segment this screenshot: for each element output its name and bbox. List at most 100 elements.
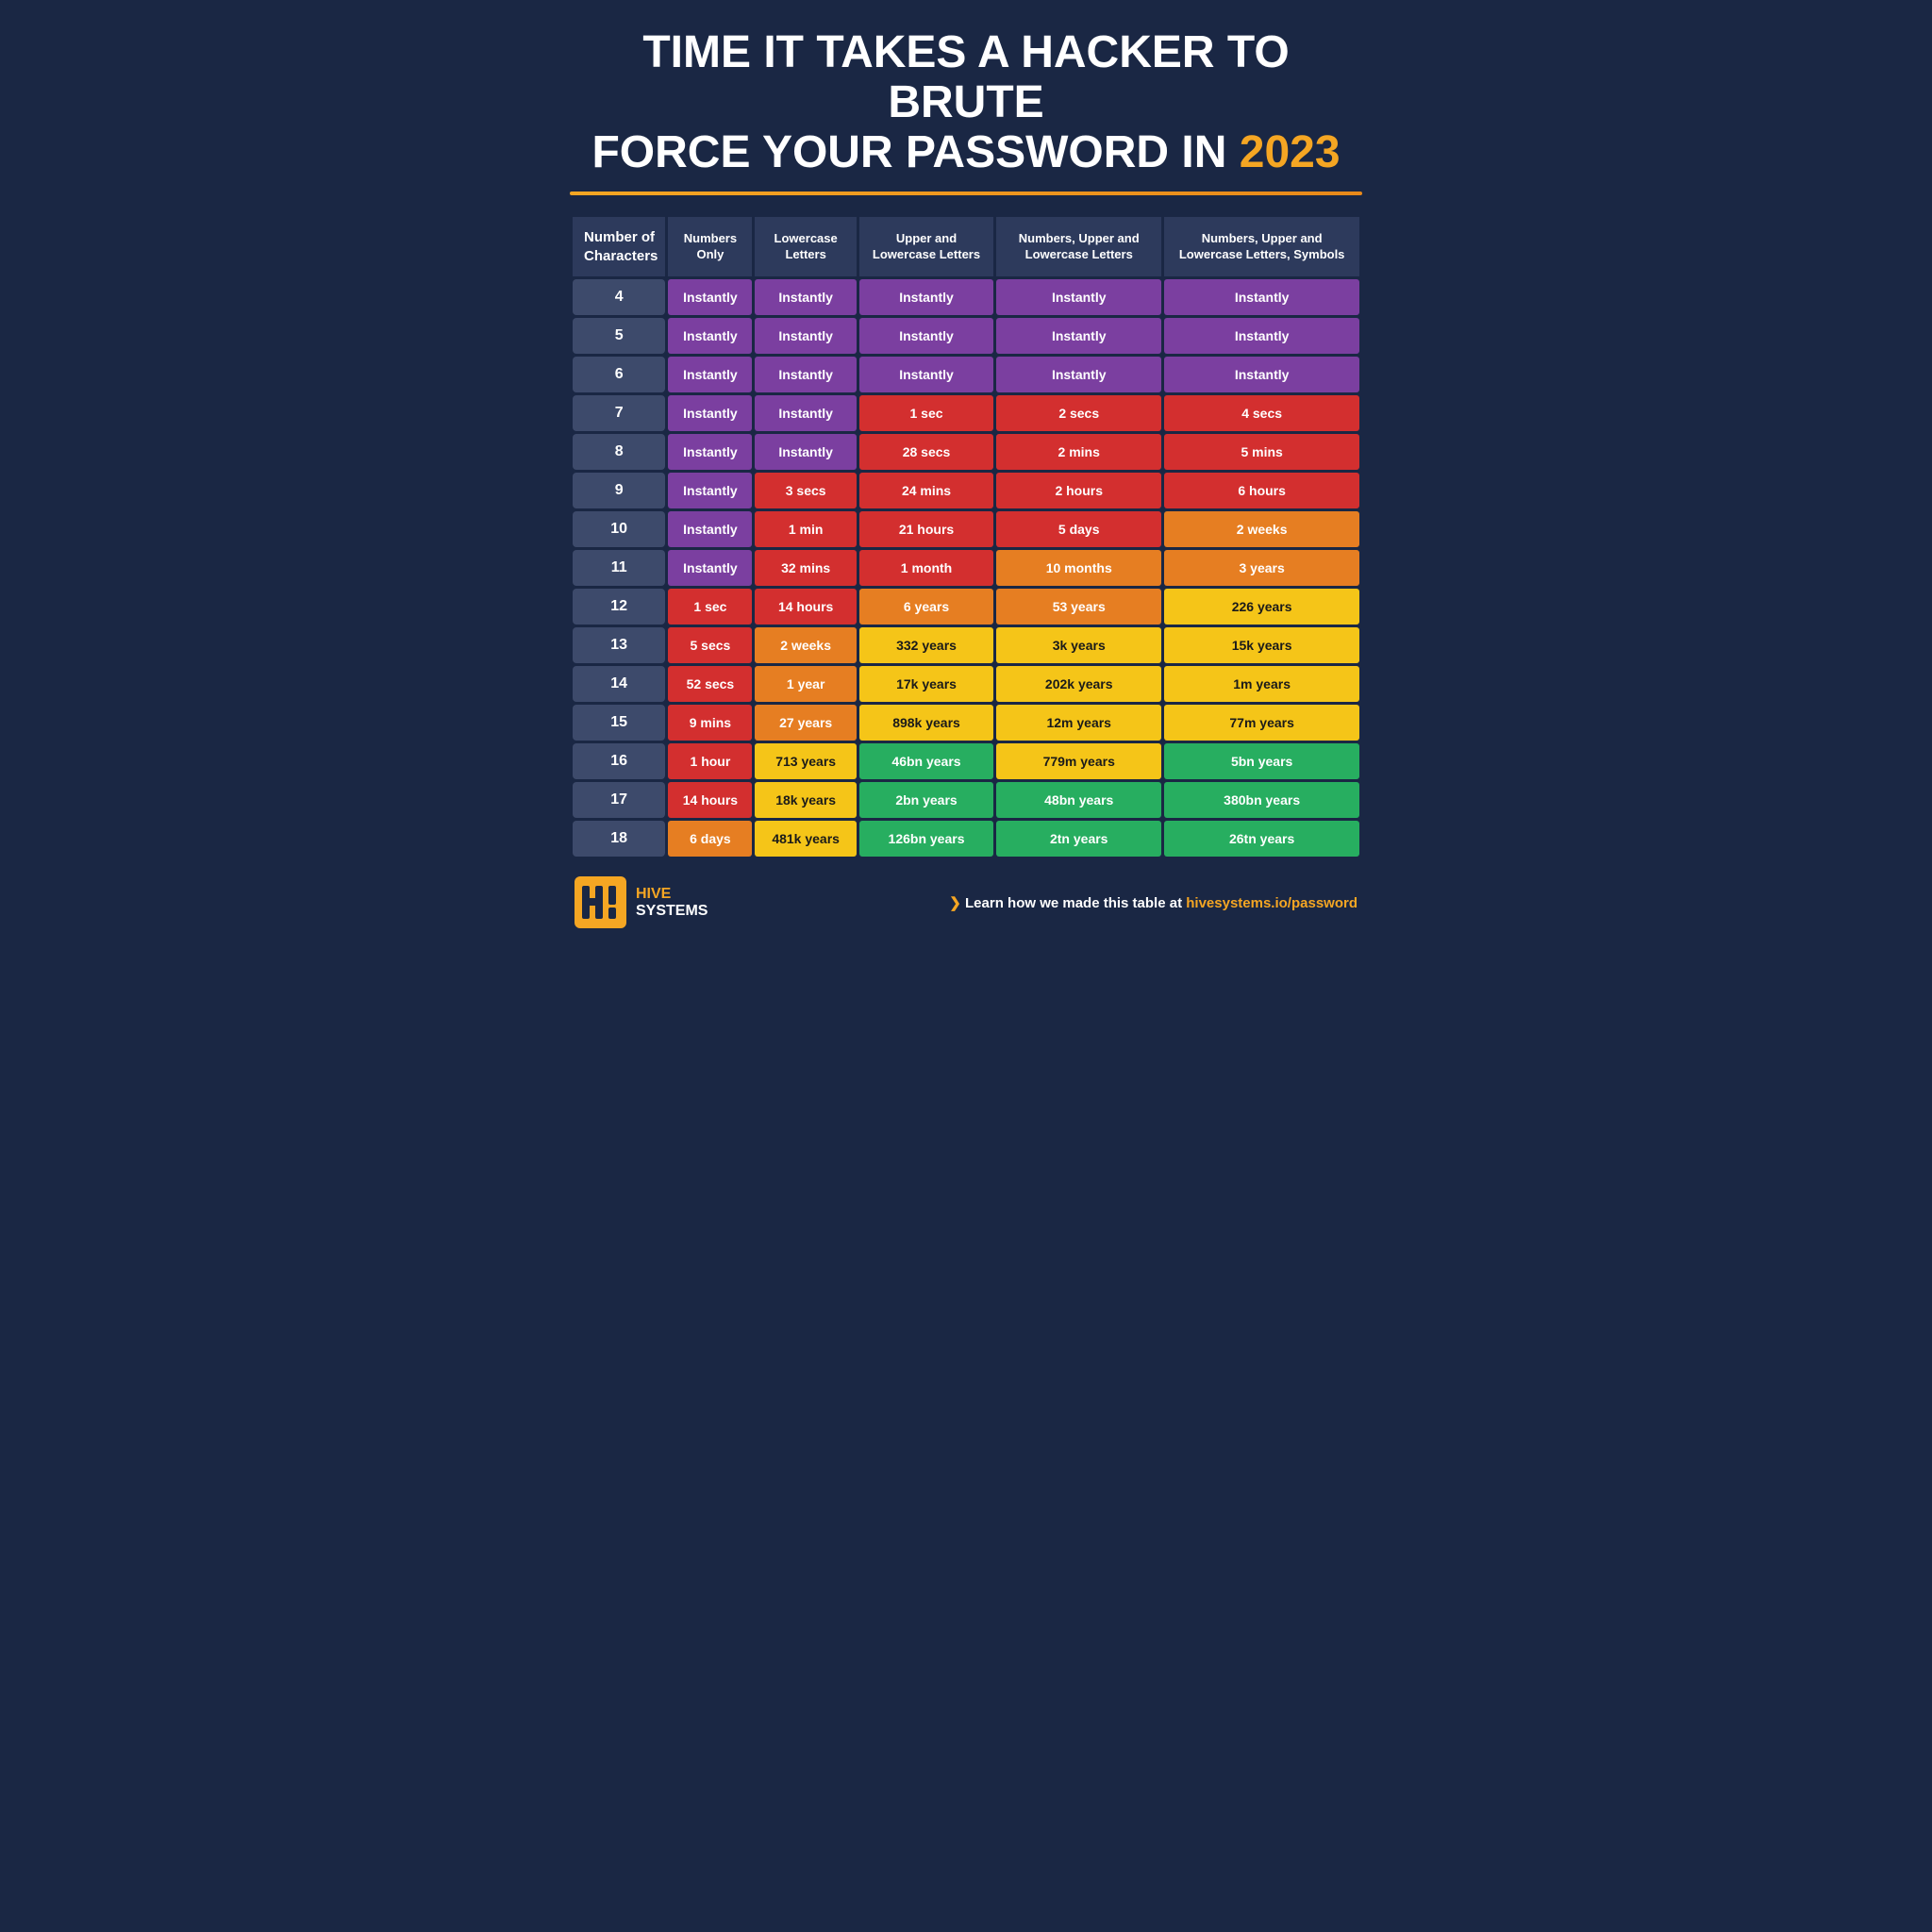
row-num: 12 — [573, 589, 665, 625]
table-cell: 332 years — [859, 627, 993, 663]
table-cell: 5bn years — [1164, 743, 1359, 779]
table-cell: 27 years — [755, 705, 856, 741]
table-cell: Instantly — [668, 318, 752, 354]
table-cell: Instantly — [1164, 357, 1359, 392]
table-row: 6InstantlyInstantlyInstantlyInstantlyIns… — [573, 357, 1359, 392]
row-num: 15 — [573, 705, 665, 741]
title-line2: FORCE YOUR PASSWORD IN 2023 — [570, 128, 1362, 178]
table-cell: 32 mins — [755, 550, 856, 586]
table-cell: Instantly — [1164, 279, 1359, 315]
table-cell: 10 months — [996, 550, 1161, 586]
table-row: 1452 secs1 year17k years202k years1m yea… — [573, 666, 1359, 702]
table-cell: Instantly — [755, 395, 856, 431]
row-num: 4 — [573, 279, 665, 315]
header-lowercase: Lowercase Letters — [755, 217, 856, 276]
table-cell: 713 years — [755, 743, 856, 779]
table-cell: 2 mins — [996, 434, 1161, 470]
table-cell: 481k years — [755, 821, 856, 857]
table-row: 161 hour713 years46bn years779m years5bn… — [573, 743, 1359, 779]
logo-line2: SYSTEMS — [636, 903, 708, 920]
table-cell: 1 sec — [859, 395, 993, 431]
table-cell: 1 year — [755, 666, 856, 702]
table-cell: Instantly — [668, 357, 752, 392]
table-cell: 5 mins — [1164, 434, 1359, 470]
logo-line1: HIVE — [636, 886, 708, 903]
cta-text: Learn how we made this table at — [965, 895, 1186, 911]
table-cell: 52 secs — [668, 666, 752, 702]
logo-text: HIVE SYSTEMS — [636, 886, 708, 919]
cta-url[interactable]: hivesystems.io/password — [1186, 895, 1357, 911]
row-num: 8 — [573, 434, 665, 470]
table-cell: 1 hour — [668, 743, 752, 779]
password-table: Number of Characters Numbers Only Lowerc… — [570, 214, 1362, 859]
logo-area: HIVE SYSTEMS — [575, 876, 708, 928]
table-cell: 3k years — [996, 627, 1161, 663]
table-cell: 2bn years — [859, 782, 993, 818]
table-row: 7InstantlyInstantly1 sec2 secs4 secs — [573, 395, 1359, 431]
table-cell: 17k years — [859, 666, 993, 702]
title-divider — [570, 192, 1362, 195]
footer: HIVE SYSTEMS ❯ Learn how we made this ta… — [570, 876, 1362, 928]
table-row: 9Instantly3 secs24 mins2 hours6 hours — [573, 473, 1359, 508]
table-cell: Instantly — [859, 279, 993, 315]
table-cell: 5 days — [996, 511, 1161, 547]
table-row: 1714 hours18k years2bn years48bn years38… — [573, 782, 1359, 818]
table-cell: Instantly — [996, 357, 1161, 392]
table-cell: 21 hours — [859, 511, 993, 547]
table-row: 5InstantlyInstantlyInstantlyInstantlyIns… — [573, 318, 1359, 354]
table-cell: 1 month — [859, 550, 993, 586]
table-cell: 2tn years — [996, 821, 1161, 857]
table-cell: 5 secs — [668, 627, 752, 663]
table-cell: 6 hours — [1164, 473, 1359, 508]
table-cell: 3 years — [1164, 550, 1359, 586]
table-row: 10Instantly1 min21 hours5 days2 weeks — [573, 511, 1359, 547]
table-cell: 26tn years — [1164, 821, 1359, 857]
table-cell: 14 hours — [668, 782, 752, 818]
table-cell: 1 sec — [668, 589, 752, 625]
table-cell: 18k years — [755, 782, 856, 818]
table-cell: Instantly — [668, 434, 752, 470]
table-cell: Instantly — [859, 357, 993, 392]
table-cell: Instantly — [859, 318, 993, 354]
header-numbers-only: Numbers Only — [668, 217, 752, 276]
table-cell: 6 years — [859, 589, 993, 625]
footer-cta[interactable]: ❯ Learn how we made this table at hivesy… — [949, 894, 1357, 911]
table-cell: Instantly — [668, 395, 752, 431]
table-cell: Instantly — [1164, 318, 1359, 354]
table-cell: 24 mins — [859, 473, 993, 508]
table-cell: 779m years — [996, 743, 1161, 779]
table-cell: 14 hours — [755, 589, 856, 625]
table-cell: 12m years — [996, 705, 1161, 741]
table-cell: 202k years — [996, 666, 1161, 702]
table-row: 8InstantlyInstantly28 secs2 mins5 mins — [573, 434, 1359, 470]
row-num: 14 — [573, 666, 665, 702]
table-cell: 9 mins — [668, 705, 752, 741]
table-cell: 4 secs — [1164, 395, 1359, 431]
table-cell: 48bn years — [996, 782, 1161, 818]
table-header-row: Number of Characters Numbers Only Lowerc… — [573, 217, 1359, 276]
row-num: 9 — [573, 473, 665, 508]
hive-logo-icon — [575, 876, 626, 928]
table-cell: Instantly — [755, 357, 856, 392]
table-cell: 2 weeks — [755, 627, 856, 663]
row-num: 16 — [573, 743, 665, 779]
table-cell: 1m years — [1164, 666, 1359, 702]
header-upper-lower: Upper and Lowercase Letters — [859, 217, 993, 276]
header-num-upper-lower-sym: Numbers, Upper and Lowercase Letters, Sy… — [1164, 217, 1359, 276]
table-cell: Instantly — [755, 318, 856, 354]
table-cell: 77m years — [1164, 705, 1359, 741]
row-num: 6 — [573, 357, 665, 392]
table-cell: 15k years — [1164, 627, 1359, 663]
row-num: 17 — [573, 782, 665, 818]
row-num: 10 — [573, 511, 665, 547]
table-row: 11Instantly32 mins1 month10 months3 year… — [573, 550, 1359, 586]
table-cell: 2 hours — [996, 473, 1161, 508]
table-cell: 6 days — [668, 821, 752, 857]
table-cell: Instantly — [996, 318, 1161, 354]
table-section: Number of Characters Numbers Only Lowerc… — [570, 214, 1362, 859]
table-cell: 2 weeks — [1164, 511, 1359, 547]
table-cell: Instantly — [668, 473, 752, 508]
table-cell: 28 secs — [859, 434, 993, 470]
header-num-upper-lower: Numbers, Upper and Lowercase Letters — [996, 217, 1161, 276]
table-cell: 226 years — [1164, 589, 1359, 625]
